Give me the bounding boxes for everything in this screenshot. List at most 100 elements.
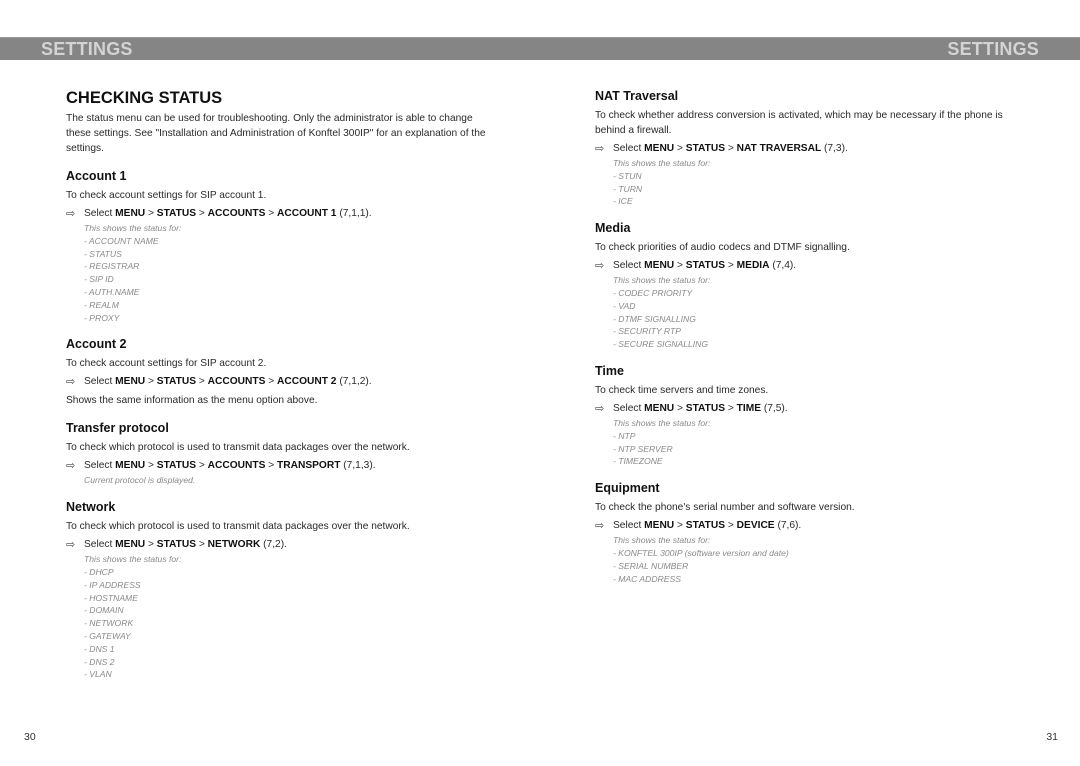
arrow-right-outline-icon: ⇨ [595, 520, 605, 533]
menu-code: (7,5). [763, 402, 788, 414]
path-separator: > [265, 376, 278, 388]
menu-path-instruction: ⇨ Select MENU > STATUS > ACCOUNTS > TRANS… [66, 458, 486, 474]
section-media: Media To check priorities of audio codecs… [595, 220, 1025, 351]
path-separator: > [265, 208, 278, 219]
menu-path-segment: NAT TRAVERSAL [736, 143, 822, 154]
status-note: This shows the status for: - KONFTEL 300I… [595, 534, 1025, 585]
path-separator: > [145, 460, 157, 472]
status-item: - IP ADDRESS [84, 579, 141, 590]
menu-code: (7,1,2). [339, 376, 372, 388]
page-title: CHECKING STATUS [66, 89, 223, 107]
menu-path-segment: NETWORK [207, 539, 261, 551]
arrow-right-outline-icon: ⇨ [595, 260, 605, 273]
menu-path-segment: ACCOUNTS [207, 460, 266, 472]
path-separator: > [145, 376, 157, 388]
section-account-1: Account 1 To check account settings for S… [66, 168, 486, 324]
left-sections: Account 1 To check account settings for S… [66, 168, 486, 681]
section-transfer-protocol: Transfer protocol To check which protocol… [66, 420, 486, 487]
menu-path-segment: ACCOUNTS [207, 376, 266, 388]
path-separator: > [196, 208, 208, 219]
section-description: To check which protocol is used to trans… [66, 442, 410, 454]
status-note: This shows the status for: - ACCOUNT NAME… [66, 222, 486, 324]
menu-code: (7,4). [772, 260, 797, 272]
header-title-right: SETTINGS [947, 39, 1039, 59]
page-number-left: 30 [24, 731, 36, 743]
status-item: - SECURE SIGNALLING [613, 339, 709, 350]
section-description: To check the phone's serial number and s… [595, 502, 855, 514]
section-heading: Media [595, 221, 631, 236]
path-separator: > [196, 376, 208, 388]
section-account-2: Account 2 To check account settings for S… [66, 336, 486, 408]
note-intro: This shows the status for: [84, 223, 182, 233]
note-intro: This shows the status for: [613, 275, 711, 286]
arrow-right-outline-icon: ⇨ [595, 402, 605, 415]
step-prefix: Select [613, 143, 642, 154]
status-item: - HOSTNAME [84, 592, 138, 603]
status-item: - TIMEZONE [613, 456, 663, 467]
note-intro: This shows the status for: [613, 158, 711, 168]
menu-path-segment: STATUS [156, 460, 197, 472]
section-time: Time To check time servers and time zones… [595, 363, 1025, 468]
step-prefix: Select [613, 402, 642, 414]
menu-path-segment: DEVICE [736, 520, 775, 532]
menu-path-segment: TRANSPORT [277, 460, 341, 472]
section-nat-traversal: NAT Traversal To check whether address co… [595, 88, 1025, 208]
section-description: To check account settings for SIP accoun… [66, 358, 267, 370]
section-description: To check account settings for SIP accoun… [66, 190, 267, 201]
arrow-right-outline-icon: ⇨ [595, 143, 605, 155]
arrow-right-outline-icon: ⇨ [66, 539, 76, 552]
menu-path-segment: MENU [115, 208, 146, 219]
arrow-right-outline-icon: ⇨ [66, 460, 76, 473]
menu-path-segment: TIME [736, 402, 762, 414]
status-item: - GATEWAY [84, 630, 131, 641]
status-item: - KONFTEL 300IP (software version and da… [613, 547, 789, 558]
header-bar: SETTINGS SETTINGS [0, 37, 1080, 60]
status-item: - TURN [613, 183, 643, 194]
status-item: - AUTH.NAME [84, 286, 140, 297]
path-separator: > [725, 520, 737, 532]
path-separator: > [725, 260, 737, 272]
status-item: - ICE [613, 196, 633, 207]
menu-path-segment: STATUS [685, 402, 726, 414]
step-prefix: Select [84, 539, 113, 551]
path-separator: > [674, 143, 686, 154]
section-heading: NAT Traversal [595, 89, 679, 103]
status-item: - CODEC PRIORITY [613, 287, 693, 298]
menu-path-segment: STATUS [685, 143, 726, 154]
path-separator: > [725, 143, 737, 154]
path-separator: > [674, 260, 686, 272]
menu-code: (7,1,1). [339, 208, 372, 219]
section-heading: Time [595, 363, 624, 378]
section-description: To check whether address conversion is a… [595, 110, 1003, 136]
menu-path-instruction: ⇨ Select MENU > STATUS > TIME (7,5). [595, 401, 1025, 417]
path-separator: > [674, 402, 686, 414]
menu-path-segment: STATUS [156, 539, 197, 551]
section-heading: Network [66, 500, 116, 515]
status-item: - DNS 2 [84, 656, 115, 667]
status-item: - PROXY [84, 312, 120, 323]
menu-path-segment: MENU [644, 143, 675, 154]
status-note: This shows the status for: - DHCP - IP ADD… [66, 553, 486, 681]
step-prefix: Select [84, 376, 113, 388]
right-page: NAT Traversal To check whether address co… [595, 88, 1025, 585]
status-item: - STUN [613, 170, 642, 181]
path-separator: > [196, 539, 208, 551]
note-intro: Current protocol is displayed. [84, 475, 196, 486]
path-separator: > [725, 402, 737, 414]
status-item: - ACCOUNT NAME [84, 235, 159, 246]
menu-path-segment: MENU [644, 260, 675, 272]
menu-path-segment: MEDIA [736, 260, 770, 272]
note-intro: This shows the status for: [613, 535, 711, 546]
section-equipment: Equipment To check the phone's serial num… [595, 480, 1025, 585]
status-item: - STATUS [84, 248, 122, 259]
intro: The status menu can be used for troubles… [66, 111, 486, 156]
left-page: CHECKING STATUS The status menu can be u… [66, 88, 486, 681]
step-prefix: Select [613, 520, 642, 532]
status-item: - SERIAL NUMBER [613, 560, 689, 571]
menu-code: (7,6). [777, 520, 802, 532]
section-description: To check which protocol is used to trans… [66, 521, 410, 533]
menu-path-instruction: ⇨ Select MENU > STATUS > NETWORK (7,2). [66, 537, 486, 553]
menu-code: (7,2). [263, 539, 287, 551]
menu-path-segment: ACCOUNT 2 [277, 376, 337, 388]
step-prefix: Select [84, 208, 113, 219]
